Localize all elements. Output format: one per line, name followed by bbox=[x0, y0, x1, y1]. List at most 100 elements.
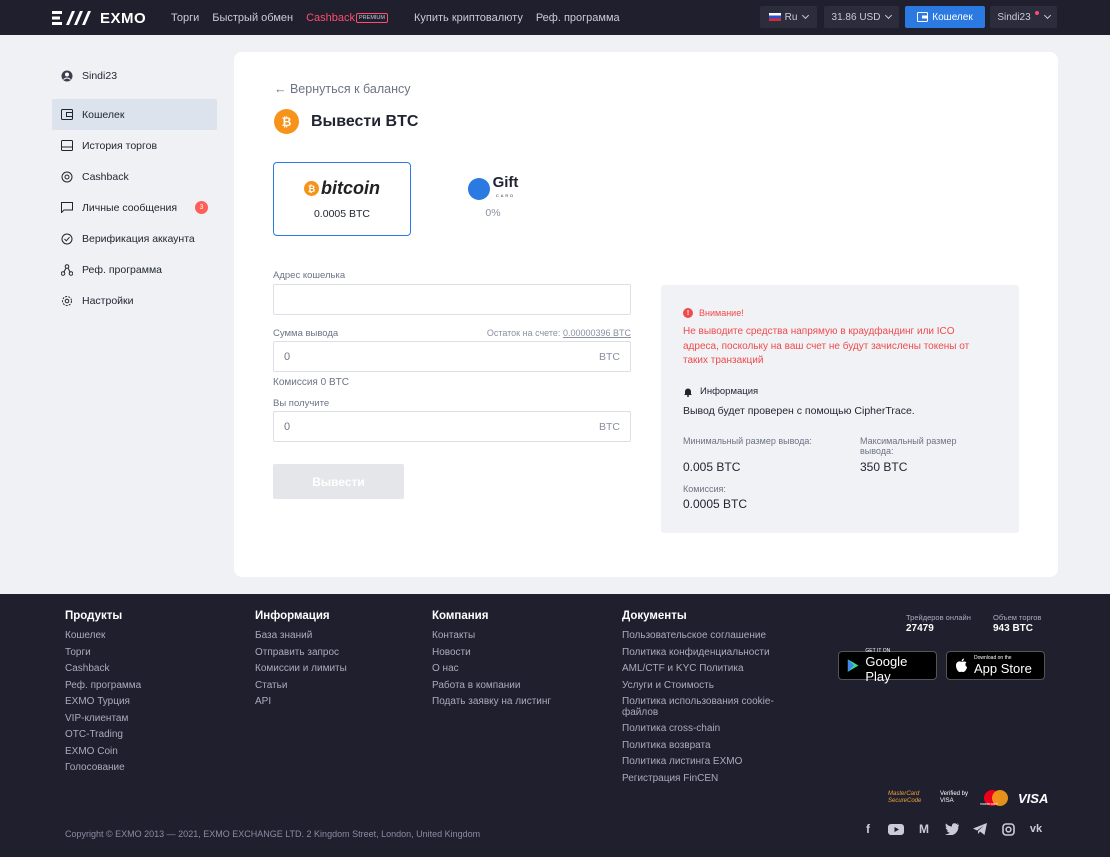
warning-icon: ! bbox=[683, 308, 693, 318]
nav-buy-crypto[interactable]: Купить криптовалюту bbox=[414, 12, 523, 24]
footer-link[interactable]: API bbox=[255, 694, 347, 711]
exmo-logo-mark-icon bbox=[52, 11, 91, 25]
facebook-icon[interactable]: f bbox=[860, 822, 876, 836]
footer-link[interactable]: Отправить запрос bbox=[255, 645, 347, 662]
exmo-logo[interactable]: EXMO bbox=[52, 9, 146, 27]
footer-link[interactable]: VIP-клиентам bbox=[65, 711, 141, 728]
footer-link[interactable]: Услуги и Стоимость bbox=[622, 678, 797, 695]
mastercard-logo: mastercard bbox=[980, 790, 1008, 806]
nav-cashback[interactable]: Cashback PREMIUM bbox=[306, 12, 401, 24]
gift-card-logo: Gift CARD bbox=[424, 175, 562, 202]
commission-text: Комиссия 0 BTC bbox=[273, 377, 349, 388]
mastercard-securecode-logo: MasterCard SecureCode bbox=[888, 791, 922, 804]
telegram-icon[interactable] bbox=[972, 822, 988, 836]
trade-volume: Объем торгов 943 BTC bbox=[993, 613, 1041, 634]
chevron-down-icon bbox=[1043, 11, 1051, 20]
info-panel: ! Внимание! Не выводите средства напряму… bbox=[661, 285, 1019, 533]
footer-link[interactable]: О нас bbox=[432, 661, 551, 678]
max-withdraw-label: Максимальный размер вывода: bbox=[860, 436, 957, 456]
sidebar-item-label: Cashback bbox=[82, 170, 129, 183]
footer-col-products: Продукты Кошелек Торги Cashback Реф. про… bbox=[65, 610, 141, 777]
language-selector[interactable]: Ru bbox=[760, 6, 817, 28]
sidebar-item-messages[interactable]: Личные сообщения 3 bbox=[52, 192, 217, 223]
main-nav: Торги Быстрый обмен Cashback PREMIUM Купи… bbox=[171, 12, 633, 24]
google-play-text: GET IT ON Google Play bbox=[865, 648, 928, 684]
volume-label: Объем торгов bbox=[993, 613, 1042, 622]
footer-link[interactable]: Контакты bbox=[432, 628, 551, 645]
footer-col-documents: Документы Пользовательское соглашение По… bbox=[622, 610, 797, 787]
footer-link[interactable]: Пользовательское соглашение bbox=[622, 628, 797, 645]
wallet-button[interactable]: Кошелек bbox=[905, 6, 985, 28]
footer-link[interactable]: Реф. программа bbox=[65, 678, 141, 695]
footer-link[interactable]: Голосование bbox=[65, 760, 141, 777]
method-gift-card[interactable]: Gift CARD 0% bbox=[424, 162, 562, 236]
social-links: f M vk bbox=[860, 822, 1044, 836]
google-play-button[interactable]: GET IT ON Google Play bbox=[838, 648, 937, 684]
footer-col-title: Документы bbox=[622, 610, 687, 622]
sidebar-item-cashback[interactable]: Cashback bbox=[52, 161, 217, 192]
nav-trade[interactable]: Торги bbox=[171, 12, 199, 24]
sidebar-item-referral[interactable]: Реф. программа bbox=[52, 254, 217, 285]
twitter-icon[interactable] bbox=[944, 822, 960, 836]
sidebar-item-history[interactable]: История торгов bbox=[52, 130, 217, 161]
premium-badge: PREMIUM bbox=[356, 13, 388, 24]
balance-value: 31.86 USD bbox=[831, 11, 881, 23]
nav-referral[interactable]: Реф. программа bbox=[536, 12, 620, 24]
medium-icon[interactable]: M bbox=[916, 822, 932, 836]
gift-sub: CARD bbox=[495, 193, 516, 198]
nav-quick-exchange[interactable]: Быстрый обмен bbox=[212, 12, 293, 24]
footer-link[interactable]: Работа в компании bbox=[432, 678, 551, 695]
balance-selector[interactable]: 31.86 USD bbox=[824, 6, 899, 28]
footer-link[interactable]: EXMO Coin bbox=[65, 744, 141, 761]
sidebar-item-wallet[interactable]: Кошелек bbox=[52, 99, 217, 130]
receive-input[interactable]: 0 BTC bbox=[273, 411, 631, 442]
sidebar-item-verification[interactable]: Верификация аккаунта bbox=[52, 223, 217, 254]
youtube-icon[interactable] bbox=[888, 822, 904, 836]
footer-link[interactable]: Кошелек bbox=[65, 628, 141, 645]
footer-link[interactable]: Статьи bbox=[255, 678, 347, 695]
app-store-button[interactable]: Download on the App Store bbox=[946, 651, 1045, 680]
footer-link[interactable]: Регистрация FinCEN bbox=[622, 771, 797, 788]
footer-link[interactable]: EXMO Турция bbox=[65, 694, 141, 711]
copyright: Copyright © EXMO 2013 — 2021, EXMO EXCHA… bbox=[65, 829, 481, 839]
address-label: Адрес кошелька bbox=[273, 270, 346, 281]
info-text: Вывод будет проверен с помощью CipherTra… bbox=[683, 405, 915, 417]
withdraw-button[interactable]: Вывести bbox=[273, 464, 404, 499]
message-icon bbox=[61, 202, 73, 214]
google-play-big: Google Play bbox=[865, 653, 908, 684]
user-menu[interactable]: Sindi23 bbox=[990, 6, 1057, 28]
sidebar-item-settings[interactable]: Настройки bbox=[52, 285, 217, 316]
sidebar-user[interactable]: Sindi23 bbox=[52, 60, 217, 91]
method-fee: 0.0005 BTC bbox=[313, 208, 371, 220]
sidebar-item-label: Реф. программа bbox=[82, 263, 163, 276]
max-withdraw-value: 350 BTC bbox=[860, 460, 908, 474]
method-bitcoin[interactable]: ₿ bitcoin 0.0005 BTC bbox=[273, 162, 411, 236]
footer-link[interactable]: Торги bbox=[65, 645, 141, 662]
back-to-balance-link[interactable]: ← Вернуться к балансу bbox=[274, 82, 411, 96]
gear-icon bbox=[61, 295, 73, 307]
footer-link[interactable]: Комиссии и лимиты bbox=[255, 661, 347, 678]
warning-title-text: Внимание! bbox=[699, 308, 744, 318]
footer-link[interactable]: Политика возврата bbox=[622, 738, 797, 755]
history-icon bbox=[61, 140, 73, 152]
amount-input[interactable]: 0 BTC bbox=[273, 341, 631, 372]
receive-label: Вы получите bbox=[273, 398, 330, 409]
footer-link[interactable]: Политика cross-chain bbox=[622, 721, 797, 738]
footer-link[interactable]: OTC-Trading bbox=[65, 727, 141, 744]
footer-link[interactable]: Политика листинга EXMO bbox=[622, 754, 797, 771]
instagram-icon[interactable] bbox=[1000, 822, 1016, 836]
traders-online: Трейдеров онлайн 27479 bbox=[906, 613, 971, 634]
vk-icon[interactable]: vk bbox=[1028, 822, 1044, 836]
footer-link[interactable]: Политика конфиденциальности bbox=[622, 645, 797, 662]
mastercard-word: mastercard bbox=[980, 802, 998, 806]
footer-link[interactable]: Cashback bbox=[65, 661, 141, 678]
page-title-row: ₿ Вывести BTC bbox=[274, 109, 418, 134]
footer-link[interactable]: Подать заявку на листинг bbox=[432, 694, 551, 711]
address-input[interactable] bbox=[273, 284, 631, 315]
gift-name: Gift CARD bbox=[493, 175, 519, 202]
balance-value-link[interactable]: 0.00000396 BTC bbox=[563, 328, 631, 338]
footer-link[interactable]: Новости bbox=[432, 645, 551, 662]
footer-link[interactable]: Политика использования cookie-файлов bbox=[622, 696, 797, 718]
footer-link[interactable]: AML/CTF и KYC Политика bbox=[622, 661, 797, 678]
footer-link[interactable]: База знаний bbox=[255, 628, 347, 645]
